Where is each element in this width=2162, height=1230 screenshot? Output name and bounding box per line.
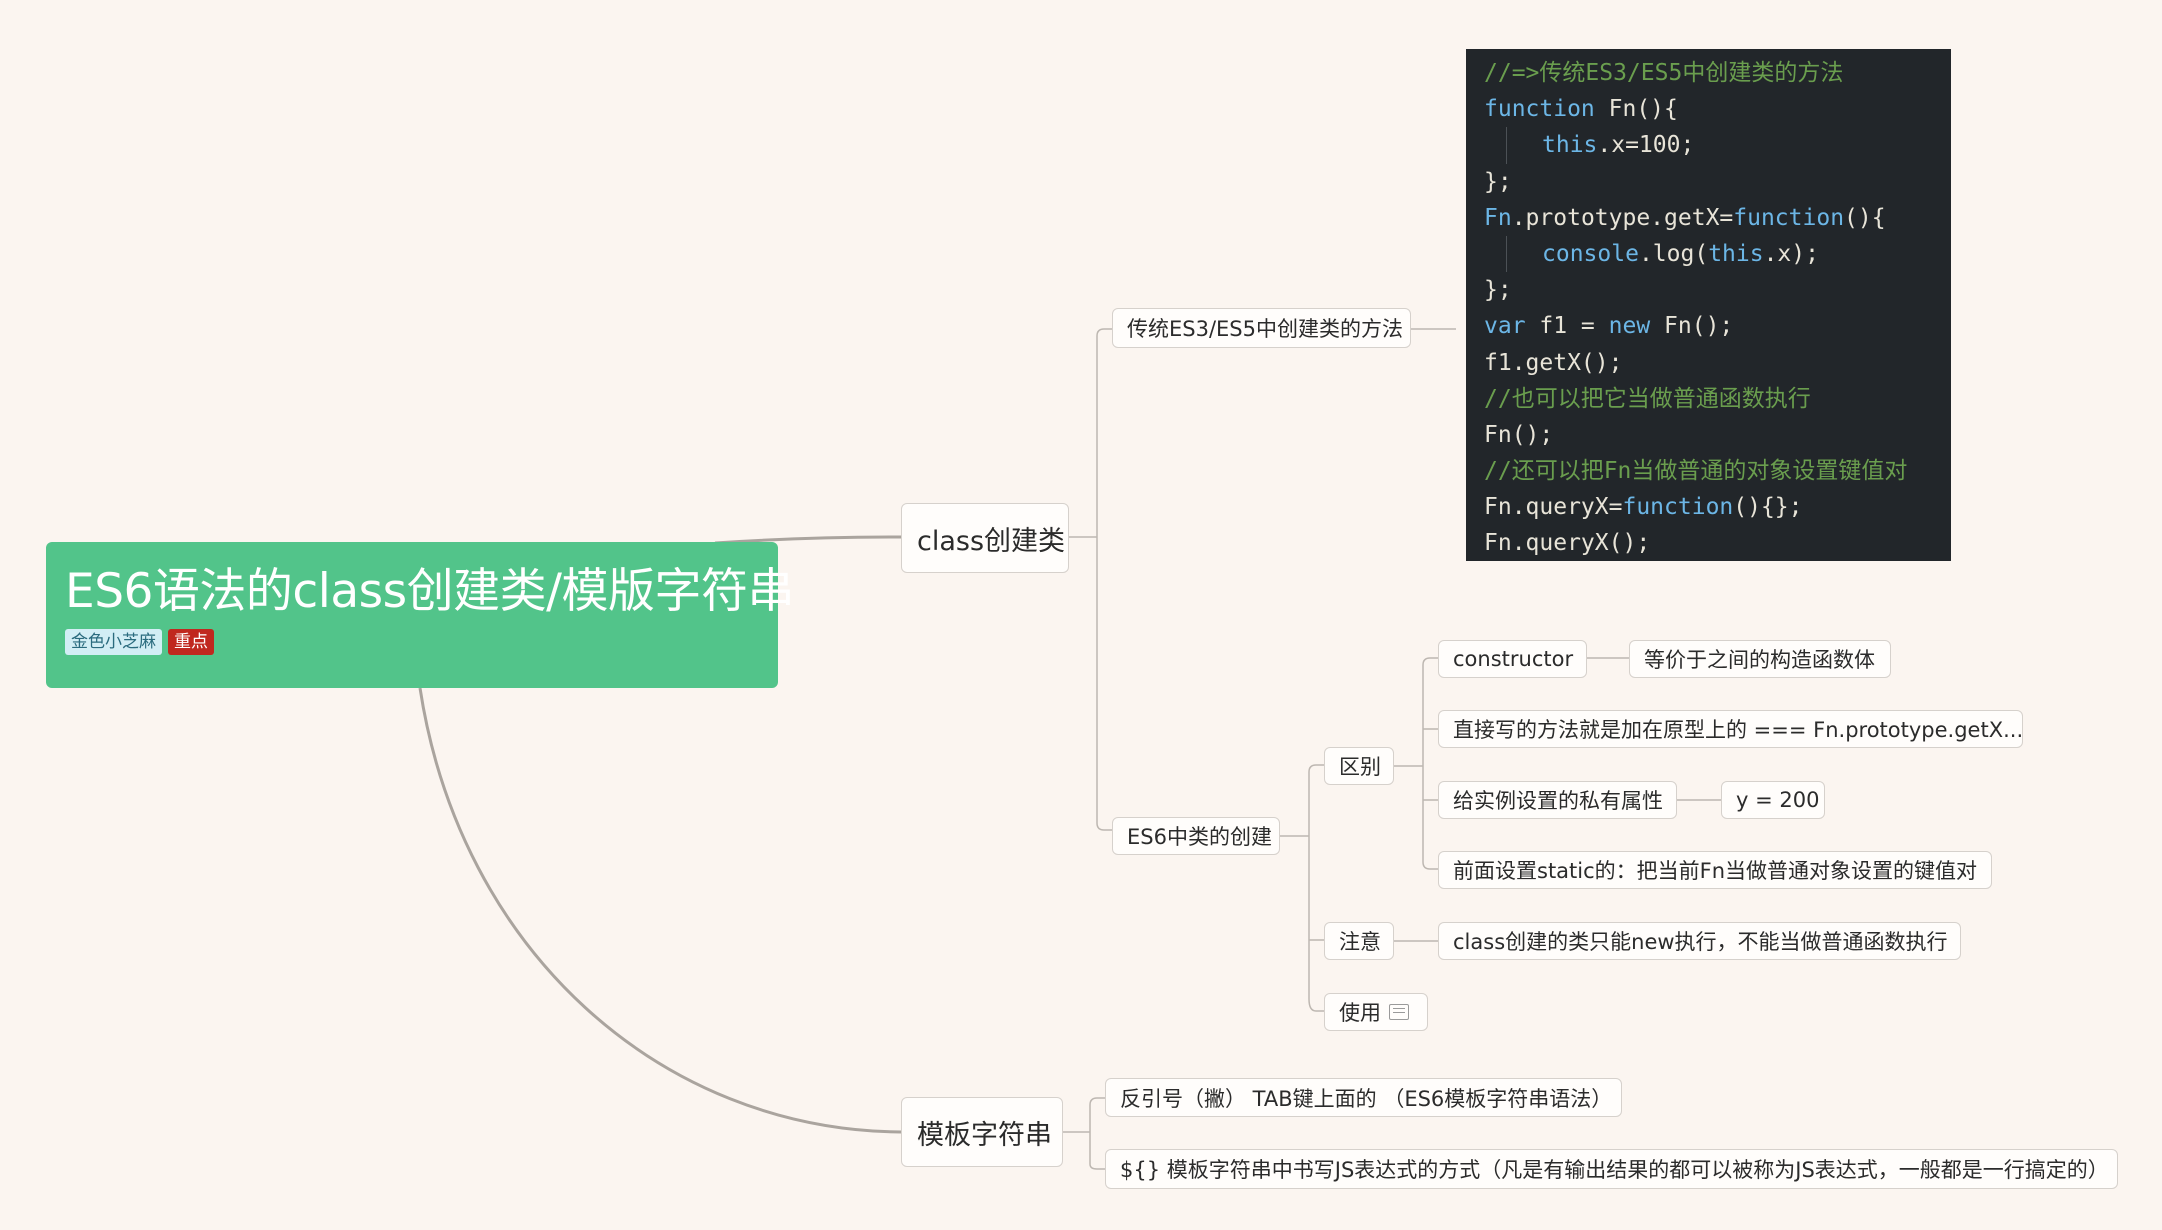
subtopic-backtick[interactable]: 反引号（撇） TAB键上面的 （ES6模板字符串语法） — [1105, 1078, 1622, 1117]
code-line: Fn.queryX=function(){}; — [1484, 494, 1803, 521]
author-tag: 金色小芝麻 — [65, 629, 162, 655]
central-topic[interactable]: ES6语法的class创建类/模版字符串 金色小芝麻 重点 — [46, 542, 794, 688]
subtopic-es6-class[interactable]: ES6中类的创建 — [1112, 817, 1280, 855]
subtopic-constructor-desc[interactable]: 等价于之间的构造函数体 — [1629, 640, 1891, 678]
topic-label: class创建类 — [917, 525, 1066, 557]
subtopic-note[interactable]: 注意 — [1324, 922, 1394, 960]
code-line: Fn(); — [1484, 421, 1554, 448]
code-line: }; — [1484, 277, 1512, 304]
topic-template-string[interactable]: 模板字符串 — [901, 1097, 1063, 1167]
subtopic-note-text[interactable]: class创建的类只能new执行，不能当做普通函数执行 — [1438, 922, 1961, 960]
code-line: console.log(this.x); — [1484, 235, 1951, 273]
code-line: //=>传统ES3/ES5中创建类的方法 — [1484, 60, 1844, 86]
subtopic-label: y = 200 — [1736, 788, 1820, 812]
subtopic-usage[interactable]: 使用 — [1324, 993, 1428, 1031]
topic-class-create[interactable]: class创建类 — [901, 503, 1069, 573]
code-line: //也可以把它当做普通函数执行 — [1484, 385, 1811, 412]
subtopic-label: 传统ES3/ES5中创建类的方法 — [1127, 317, 1403, 341]
code-line: this.x=100; — [1484, 127, 1951, 164]
code-line: function Fn(){ — [1484, 96, 1678, 123]
subtopic-label: class创建的类只能new执行，不能当做普通函数执行 — [1453, 930, 1948, 954]
subtopic-label: 等价于之间的构造函数体 — [1644, 648, 1875, 672]
subtopic-prototype-methods[interactable]: 直接写的方法就是加在原型上的 === Fn.prototype.getX... — [1438, 710, 2023, 748]
subtopic-label: 区别 — [1339, 755, 1381, 779]
subtopic-traditional-class[interactable]: 传统ES3/ES5中创建类的方法 — [1112, 308, 1411, 348]
code-snippet-image: //=>传统ES3/ES5中创建类的方法 function Fn(){ this… — [1466, 49, 1951, 561]
subtopic-static[interactable]: 前面设置static的：把当前Fn当做普通对象设置的键值对 — [1438, 851, 1992, 889]
subtopic-label: 反引号（撇） TAB键上面的 （ES6模板字符串语法） — [1120, 1086, 1613, 1111]
subtopic-template-expression[interactable]: ${} 模板字符串中书写JS表达式的方式（凡是有输出结果的都可以被称为JS表达式… — [1105, 1149, 2118, 1189]
subtopic-constructor[interactable]: constructor — [1438, 640, 1587, 678]
priority-tag: 重点 — [168, 629, 214, 655]
central-topic-tags: 金色小芝麻 重点 — [65, 629, 778, 655]
code-line: var f1 = new Fn(); — [1484, 313, 1734, 340]
subtopic-private-property-example[interactable]: y = 200 — [1721, 781, 1825, 819]
subtopic-label: ES6中类的创建 — [1127, 825, 1272, 849]
code-line: Fn.prototype.getX=function(){ — [1484, 204, 1886, 231]
subtopic-label: constructor — [1453, 647, 1574, 671]
central-topic-title: ES6语法的class创建类/模版字符串 — [65, 564, 794, 619]
subtopic-label: 使用 — [1339, 1001, 1381, 1025]
subtopic-difference[interactable]: 区别 — [1324, 747, 1394, 785]
subtopic-label: 给实例设置的私有属性 — [1453, 789, 1663, 813]
code-line: f1.getX(); — [1484, 349, 1623, 376]
code-line: //还可以把Fn当做普通的对象设置键值对 — [1484, 458, 1908, 485]
subtopic-private-property[interactable]: 给实例设置的私有属性 — [1438, 781, 1677, 819]
note-icon[interactable] — [1389, 1004, 1409, 1020]
subtopic-label: 直接写的方法就是加在原型上的 === Fn.prototype.getX... — [1453, 718, 2024, 742]
code-line: }; — [1484, 168, 1512, 195]
subtopic-label: 前面设置static的：把当前Fn当做普通对象设置的键值对 — [1453, 859, 1978, 883]
topic-label: 模板字符串 — [917, 1119, 1052, 1151]
subtopic-label: ${} 模板字符串中书写JS表达式的方式（凡是有输出结果的都可以被称为JS表达式… — [1120, 1158, 2109, 1182]
code-line: Fn.queryX(); — [1484, 530, 1651, 557]
subtopic-label: 注意 — [1339, 930, 1381, 954]
